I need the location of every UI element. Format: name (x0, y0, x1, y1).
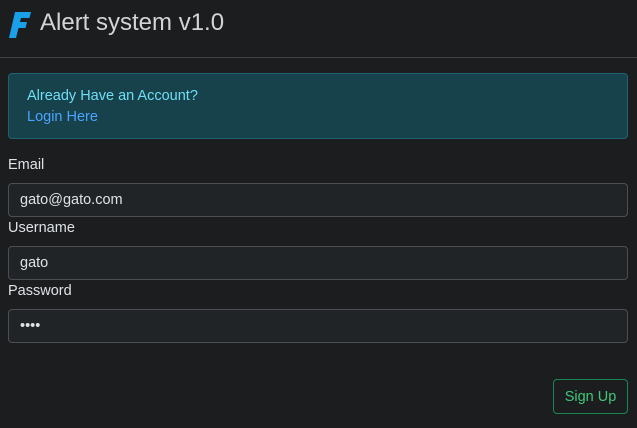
login-alert: Already Have an Account? Login Here (8, 73, 628, 139)
username-label: Username (8, 220, 75, 236)
app-header: Alert system v1.0 (0, 0, 637, 58)
f-logo-icon (9, 12, 31, 38)
password-label: Password (8, 283, 72, 299)
sign-up-button[interactable]: Sign Up (553, 379, 628, 414)
email-label: Email (8, 157, 45, 173)
password-field[interactable] (8, 309, 628, 343)
username-field[interactable] (8, 246, 628, 280)
alert-message: Already Have an Account? (27, 88, 198, 104)
login-link[interactable]: Login Here (27, 107, 609, 128)
email-field[interactable] (8, 183, 628, 217)
app-title: Alert system v1.0 (40, 9, 225, 36)
